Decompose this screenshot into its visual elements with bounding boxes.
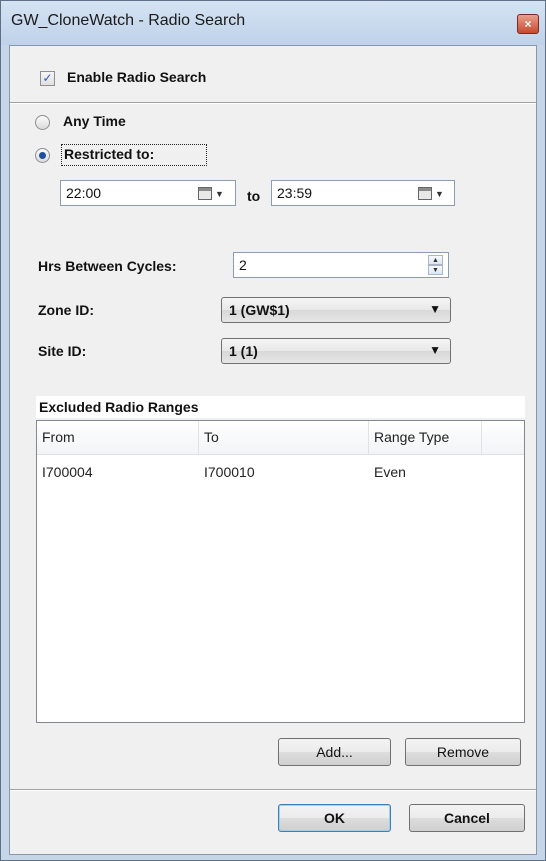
checkmark-icon: ✓ <box>42 71 53 85</box>
arrow-up-icon: ▲ <box>432 257 439 264</box>
site-id-dropdown[interactable]: 1 (1) ▼ <box>221 338 451 364</box>
hrs-value: 2 <box>239 257 247 273</box>
to-time-value: 23:59 <box>277 185 313 201</box>
zone-id-dropdown[interactable]: 1 (GW$1) ▼ <box>221 297 451 323</box>
hrs-between-cycles-input[interactable]: 2 <box>233 252 449 278</box>
hrs-between-cycles-label: Hrs Between Cycles: <box>38 258 177 274</box>
to-label: to <box>247 188 261 204</box>
close-button[interactable]: × <box>517 14 539 34</box>
window-title: GW_CloneWatch - Radio Search <box>11 12 246 29</box>
calendar-icon[interactable] <box>198 187 212 200</box>
excluded-ranges-header: Excluded Radio Ranges <box>36 396 525 418</box>
chevron-down-icon: ▼ <box>429 302 441 316</box>
spin-down-button[interactable]: ▼ <box>428 265 443 275</box>
list-header: From To Range Type <box>37 421 524 455</box>
column-header-to[interactable]: To <box>199 421 369 455</box>
dialog-window: GW_CloneWatch - Radio Search × ✓ Enable … <box>0 0 546 861</box>
restricted-label[interactable]: Restricted to: <box>64 146 154 162</box>
excluded-ranges-list[interactable]: From To Range Type I700004 I700010 Even <box>36 420 525 723</box>
spin-up-button[interactable]: ▲ <box>428 255 443 265</box>
any-time-radio[interactable] <box>35 115 50 130</box>
zone-id-value: 1 (GW$1) <box>229 302 290 318</box>
any-time-label[interactable]: Any Time <box>63 113 126 129</box>
chevron-down-icon[interactable]: ▼ <box>435 189 444 199</box>
calendar-icon[interactable] <box>418 187 432 200</box>
chevron-down-icon: ▼ <box>429 343 441 357</box>
enable-radio-search-checkbox[interactable]: ✓ <box>40 71 55 86</box>
divider-highlight <box>10 790 536 791</box>
excluded-ranges-title: Excluded Radio Ranges <box>39 399 199 415</box>
close-icon: × <box>524 17 532 31</box>
title-bar[interactable]: GW_CloneWatch - Radio Search × <box>1 1 545 45</box>
restricted-radio[interactable] <box>35 148 50 163</box>
site-id-value: 1 (1) <box>229 343 258 359</box>
remove-range-button[interactable]: Remove <box>405 738 521 766</box>
ok-button[interactable]: OK <box>278 804 391 832</box>
column-header-from[interactable]: From <box>37 421 199 455</box>
dialog-client-area: ✓ Enable Radio Search Any Time Restricte… <box>9 45 537 855</box>
cell-range-type: Even <box>374 464 406 480</box>
site-id-label: Site ID: <box>38 343 87 359</box>
add-range-button[interactable]: Add... <box>278 738 391 766</box>
zone-id-label: Zone ID: <box>38 302 94 318</box>
arrow-down-icon: ▼ <box>432 267 439 274</box>
cell-from: I700004 <box>42 464 93 480</box>
from-time-value: 22:00 <box>66 185 102 201</box>
chevron-down-icon[interactable]: ▼ <box>215 189 224 199</box>
divider-highlight <box>10 103 536 104</box>
cell-to: I700010 <box>204 464 255 480</box>
column-header-range-type[interactable]: Range Type <box>369 421 482 455</box>
enable-radio-search-label[interactable]: Enable Radio Search <box>67 69 206 85</box>
cancel-button[interactable]: Cancel <box>409 804 525 832</box>
radio-selected-dot <box>39 152 46 159</box>
